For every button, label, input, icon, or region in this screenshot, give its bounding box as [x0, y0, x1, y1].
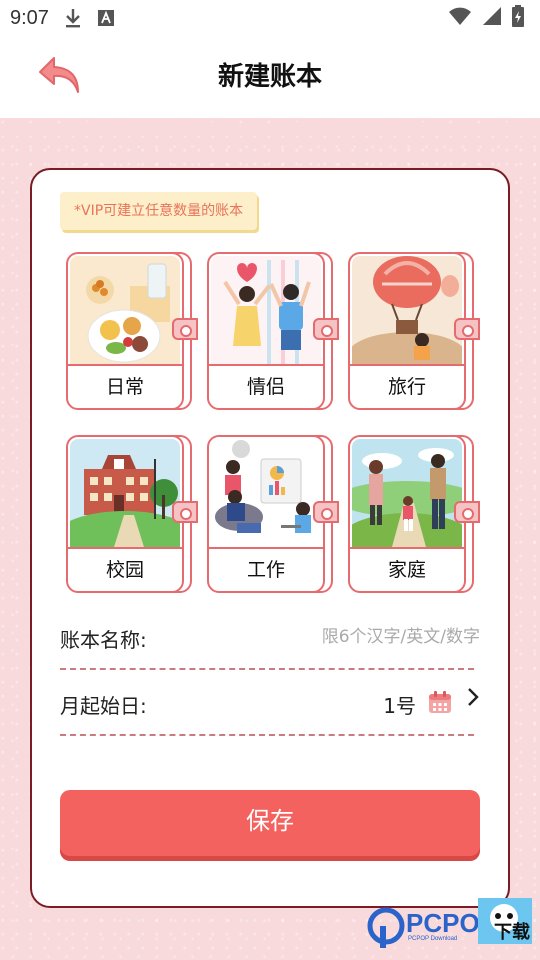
start-day-label: 月起始日: [60, 694, 147, 718]
couple-illustration [211, 256, 321, 364]
status-time: 9:07 [10, 6, 49, 29]
start-day-row[interactable]: 月起始日: 1号 [60, 676, 480, 736]
campus-illustration [70, 439, 180, 547]
wifi-icon [448, 6, 472, 31]
book-name-input[interactable] [310, 620, 480, 654]
app-header: 新建账本 [0, 36, 540, 110]
battery-icon [512, 4, 524, 32]
category-travel[interactable]: 旅行 [348, 252, 480, 410]
vip-note: *VIP可建立任意数量的账本 [60, 192, 258, 230]
page-title: 新建账本 [217, 62, 322, 92]
calendar-icon [428, 690, 452, 714]
tag-icon [313, 501, 339, 523]
category-daily[interactable]: 日常 [66, 252, 198, 410]
status-bar: 9:07 [0, 0, 540, 36]
category-label: 日常 [105, 376, 144, 398]
signal-icon [482, 6, 502, 31]
tag-icon [454, 318, 480, 340]
category-label: 校园 [105, 559, 144, 581]
divider [60, 668, 474, 670]
book-name-row: 账本名称: [60, 610, 480, 670]
category-campus[interactable]: 校园 [66, 435, 198, 593]
pcpop-watermark: PCPOP PCPOP Download 下载 [366, 896, 540, 960]
category-label: 旅行 [387, 376, 426, 398]
tag-icon [172, 501, 198, 523]
tag-icon [454, 501, 480, 523]
category-work[interactable]: 工作 [207, 435, 339, 593]
start-day-value: 1号 [383, 694, 416, 718]
tag-icon [172, 318, 198, 340]
watermark-sub: PCPOP Download [408, 936, 457, 942]
chevron-right-icon[interactable] [466, 686, 480, 714]
category-label: 家庭 [387, 559, 426, 581]
category-family[interactable]: 家庭 [348, 435, 480, 593]
daily-illustration [70, 256, 180, 364]
family-illustration [352, 439, 462, 547]
save-button[interactable]: 保存 [60, 790, 480, 856]
watermark-tag: 下载 [494, 921, 530, 943]
keyboard-a-icon [97, 9, 115, 27]
tag-icon [313, 318, 339, 340]
scalloped-border [0, 119, 540, 136]
download-icon [63, 7, 83, 29]
category-couple[interactable]: 情侣 [207, 252, 339, 410]
travel-illustration [352, 256, 462, 364]
category-label: 工作 [246, 559, 285, 581]
divider [60, 734, 474, 736]
category-label: 情侣 [246, 376, 285, 398]
work-illustration [211, 439, 321, 547]
book-name-label: 账本名称: [60, 628, 147, 652]
